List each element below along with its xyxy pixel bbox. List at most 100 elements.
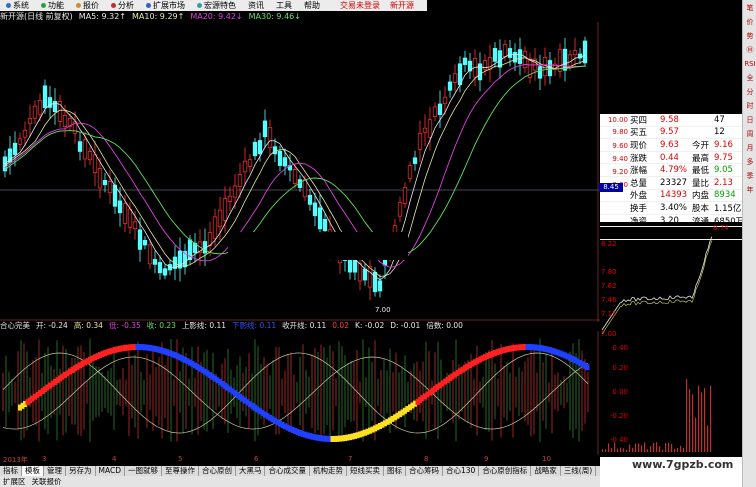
- quote-value: 9.75: [714, 152, 733, 163]
- menu-extended-market[interactable]: 扩展市场: [140, 0, 191, 11]
- bottom-tab[interactable]: 合心原创指标: [479, 466, 532, 476]
- candle-body: [147, 244, 153, 265]
- quote-label: 换手: [630, 203, 648, 214]
- bottom-tab[interactable]: MACD: [96, 466, 125, 476]
- quote-label: 总量: [630, 178, 648, 189]
- ind-lower-shadow: 下影线: 0.11: [232, 321, 277, 330]
- ind-tick: 0.20: [612, 364, 628, 372]
- toolbar-button[interactable]: 势: [744, 30, 756, 42]
- bottom-tab[interactable]: 管理: [44, 466, 66, 476]
- bottom-tab[interactable]: 指标: [0, 466, 22, 476]
- toolbar-button[interactable]: 时: [744, 100, 756, 112]
- candle-body: [227, 195, 233, 202]
- candle-body: [317, 207, 323, 230]
- candle-body: [97, 168, 103, 189]
- menu-system[interactable]: 系统: [0, 0, 35, 11]
- bottom-tab[interactable]: 三线(周): [561, 466, 597, 476]
- ind-k: K: -0.02: [354, 321, 385, 330]
- toolbar-button[interactable]: 价: [744, 16, 756, 28]
- ind-d: D: -0.01: [390, 321, 421, 330]
- indicator-envelope-1: [2, 352, 589, 434]
- ind-tick: 0.00: [612, 388, 628, 396]
- candle-body: [462, 57, 468, 65]
- ind-high: 高: 0.34: [73, 321, 103, 330]
- toolbar-button[interactable]: Ⓜ: [744, 44, 756, 56]
- bottom-tab[interactable]: 合心筹码: [406, 466, 443, 476]
- date-label: 5: [178, 455, 183, 463]
- menu-function[interactable]: 功能: [35, 0, 70, 11]
- linked-quote-button[interactable]: 关联报价: [32, 476, 62, 487]
- bottom-tab[interactable]: 图标: [384, 466, 406, 476]
- indicator-dot: [585, 364, 590, 371]
- toolbar-button[interactable]: 季: [744, 170, 756, 182]
- toolbar-button[interactable]: 分: [744, 86, 756, 98]
- candle-body: [567, 54, 573, 67]
- quote-value: 0.44: [660, 152, 679, 163]
- toolbar-button[interactable]: 多: [744, 156, 756, 168]
- stock-title: 新开源(日线 前复权): [0, 12, 73, 21]
- quote-row: 现价 9.63 今开 9.16: [600, 139, 742, 152]
- quote-row: 买五 9.57 12: [600, 127, 742, 140]
- ma20-readout: MA20: 9.42↓: [190, 12, 243, 21]
- extended-area-button[interactable]: 扩展区: [3, 476, 26, 487]
- candle-body: [507, 48, 513, 58]
- candle-body: [542, 57, 548, 77]
- menu-news[interactable]: 资讯: [242, 0, 270, 11]
- trade-login-link[interactable]: 交易未登录: [340, 0, 380, 11]
- quote-value: 47: [714, 114, 725, 125]
- indicator-chart[interactable]: [0, 331, 600, 455]
- bottom-tab[interactable]: 合心成交量: [265, 466, 310, 476]
- candle-body: [17, 138, 23, 145]
- indicator-axis: 0.40 0.20 0.00 -0.20 -0.40: [600, 320, 628, 460]
- menu-hongyuan-special[interactable]: 宏源特色: [191, 0, 242, 11]
- candle-body: [37, 99, 43, 115]
- bottom-tab[interactable]: 一图就够: [125, 466, 162, 476]
- candle-body: [582, 40, 588, 64]
- candle-body: [537, 66, 543, 79]
- bottom-tab[interactable]: 短线买卖: [347, 466, 384, 476]
- menu-analysis[interactable]: 分析: [105, 0, 140, 11]
- candle-body: [262, 120, 268, 138]
- new-open-link[interactable]: 新开源: [390, 0, 414, 11]
- bottom-tab[interactable]: 大黑马: [236, 466, 266, 476]
- toolbar-button[interactable]: 笔: [744, 2, 756, 14]
- toolbar-button[interactable]: 日: [744, 114, 756, 126]
- candle-body: [232, 185, 238, 198]
- candle-body: [322, 218, 328, 232]
- quote-label: 最高: [692, 153, 710, 164]
- kline-chart[interactable]: 7.00: [0, 22, 600, 322]
- candle-body: [132, 221, 138, 229]
- bottom-tab[interactable]: 另存为: [66, 466, 96, 476]
- menu-help[interactable]: 帮助: [298, 0, 326, 11]
- quote-value: 12: [714, 127, 725, 138]
- menu-tools[interactable]: 工具: [270, 0, 298, 11]
- candle-body: [452, 73, 458, 83]
- ind-open: 开: -0.24: [36, 321, 68, 330]
- candle-body: [397, 202, 403, 217]
- quote-value: 9.05: [714, 165, 733, 176]
- bottom-tab[interactable]: 战略家: [531, 466, 561, 476]
- bottom-tab[interactable]: 机构走势: [310, 466, 347, 476]
- intraday-tick: 7.62: [601, 282, 617, 290]
- candle-body: [252, 141, 258, 157]
- quote-value: 14393: [660, 190, 688, 201]
- candle-body: [522, 50, 528, 69]
- bottom-tab[interactable]: 合心130: [443, 466, 480, 476]
- toolbar-button[interactable]: 年: [744, 184, 756, 196]
- intraday-axis: 8.74 8.22 7.80 7.62 7.46 7.15 7.00: [601, 222, 741, 457]
- bottom-tab[interactable]: 至尊操作: [162, 466, 199, 476]
- toolbar-button[interactable]: RSI: [744, 58, 756, 70]
- bottom-tab[interactable]: 模板: [22, 466, 44, 476]
- menu-quote[interactable]: 报价: [70, 0, 105, 11]
- toolbar-button[interactable]: 周: [744, 128, 756, 140]
- date-label: 3: [42, 455, 47, 463]
- ma30-readout: MA30: 9.46↓: [248, 12, 301, 21]
- status-bar: 扩展区 关联报价: [0, 476, 600, 487]
- toolbar-button[interactable]: 月: [744, 142, 756, 154]
- bottom-tab[interactable]: 合心原创: [199, 466, 236, 476]
- toolbar-button[interactable]: 全: [744, 72, 756, 84]
- intraday-tick: 7.80: [601, 268, 617, 276]
- analysis-icon: [111, 3, 116, 8]
- watermark: www.7gpzb.com: [632, 458, 734, 471]
- candle-body: [257, 140, 263, 155]
